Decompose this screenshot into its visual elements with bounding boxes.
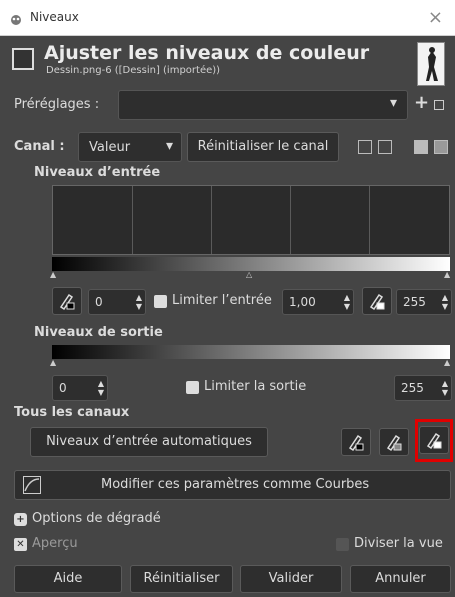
window-title: Niveaux (30, 10, 79, 24)
clamp-input-label: Limiter l’entrée (172, 293, 272, 308)
black-point-picker-icon[interactable] (341, 428, 371, 456)
preset-menu-icon[interactable] (434, 100, 444, 110)
image-thumbnail (417, 42, 445, 86)
input-low-spinner[interactable]: 0 ▲ ▼ (88, 289, 146, 315)
auto-input-levels-button[interactable]: Niveaux d’entrée automatiques (30, 427, 268, 457)
edit-as-curves-button[interactable]: Modifier ces paramètres comme Courbes (14, 470, 451, 500)
add-preset-icon[interactable]: + (414, 92, 429, 113)
chevron-down-icon: ▾ (389, 95, 397, 111)
log-histogram-icon[interactable] (378, 140, 392, 154)
preview-label: Aperçu (32, 536, 78, 551)
input-high-value: 255 (403, 295, 426, 309)
clamp-output-checkbox[interactable] (186, 381, 199, 394)
presets-combo[interactable]: ▾ (118, 90, 408, 120)
help-button[interactable]: Aide (14, 565, 122, 593)
reset-channel-button[interactable]: Réinitialiser le canal (187, 132, 339, 162)
output-white-handle[interactable]: ▲ (444, 358, 450, 367)
channel-combo[interactable]: Valeur ▾ (78, 132, 182, 162)
white-point-picker-button[interactable] (362, 287, 392, 315)
input-levels-title: Niveaux d’entrée (34, 165, 161, 180)
dialog-subtitle: Dessin.png-6 ([Dessin] (importée)) (46, 65, 221, 76)
channel-label: Canal : (14, 139, 65, 154)
output-black-handle[interactable]: ▲ (50, 358, 56, 367)
gray-point-picker-icon[interactable] (379, 428, 409, 456)
output-high-spinner[interactable]: 255 ▲ ▼ (394, 375, 452, 401)
blend-options-toggle-icon[interactable]: + (14, 513, 27, 526)
histogram-view-icon[interactable] (414, 140, 428, 154)
input-black-handle[interactable]: ▲ (50, 270, 56, 279)
linear-histogram-icon[interactable] (358, 140, 372, 154)
reset-button[interactable]: Réinitialiser (130, 565, 233, 593)
curves-label: Modifier ces paramètres comme Courbes (101, 477, 370, 492)
channel-value: Valeur (89, 140, 131, 155)
output-high-value: 255 (401, 381, 424, 395)
blend-options-label[interactable]: Options de dégradé (32, 511, 161, 526)
input-gamma-handle[interactable]: △ (246, 270, 252, 279)
histogram-view-alt-icon[interactable] (434, 140, 448, 154)
output-levels-title: Niveaux de sortie (34, 325, 163, 340)
gimp-app-icon (11, 15, 21, 25)
split-view-checkbox[interactable] (336, 538, 349, 551)
input-histogram (52, 185, 450, 255)
input-gradient (52, 257, 450, 271)
highlight-box (415, 419, 453, 462)
cancel-button[interactable]: Annuler (350, 565, 451, 593)
presets-label: Préréglages : (14, 97, 100, 112)
clamp-output-label: Limiter la sortie (204, 379, 307, 394)
ok-button[interactable]: Valider (240, 565, 342, 593)
close-icon[interactable]: × (428, 7, 443, 28)
curves-icon (23, 476, 41, 494)
split-view-label: Diviser la vue (354, 536, 443, 551)
output-gradient (52, 345, 450, 359)
levels-icon (12, 48, 34, 70)
input-white-handle[interactable]: ▲ (444, 270, 450, 279)
dialog-title: Ajuster les niveaux de couleur (44, 42, 370, 64)
chevron-down-icon: ▾ (165, 138, 173, 154)
input-low-value: 0 (95, 295, 103, 309)
output-low-value: 0 (59, 381, 67, 395)
output-low-spinner[interactable]: 0 ▲ ▼ (52, 375, 108, 401)
all-channels-title: Tous les canaux (14, 405, 130, 420)
clamp-input-checkbox[interactable] (154, 295, 167, 308)
window-titlebar: Niveaux × (0, 0, 455, 36)
gamma-spinner[interactable]: 1,00 ▲ ▼ (282, 289, 354, 315)
preview-checkbox[interactable]: ✕ (14, 538, 27, 551)
input-high-spinner[interactable]: 255 ▲ ▼ (396, 289, 452, 315)
gamma-value: 1,00 (289, 295, 316, 309)
black-point-picker-button[interactable] (52, 287, 82, 315)
